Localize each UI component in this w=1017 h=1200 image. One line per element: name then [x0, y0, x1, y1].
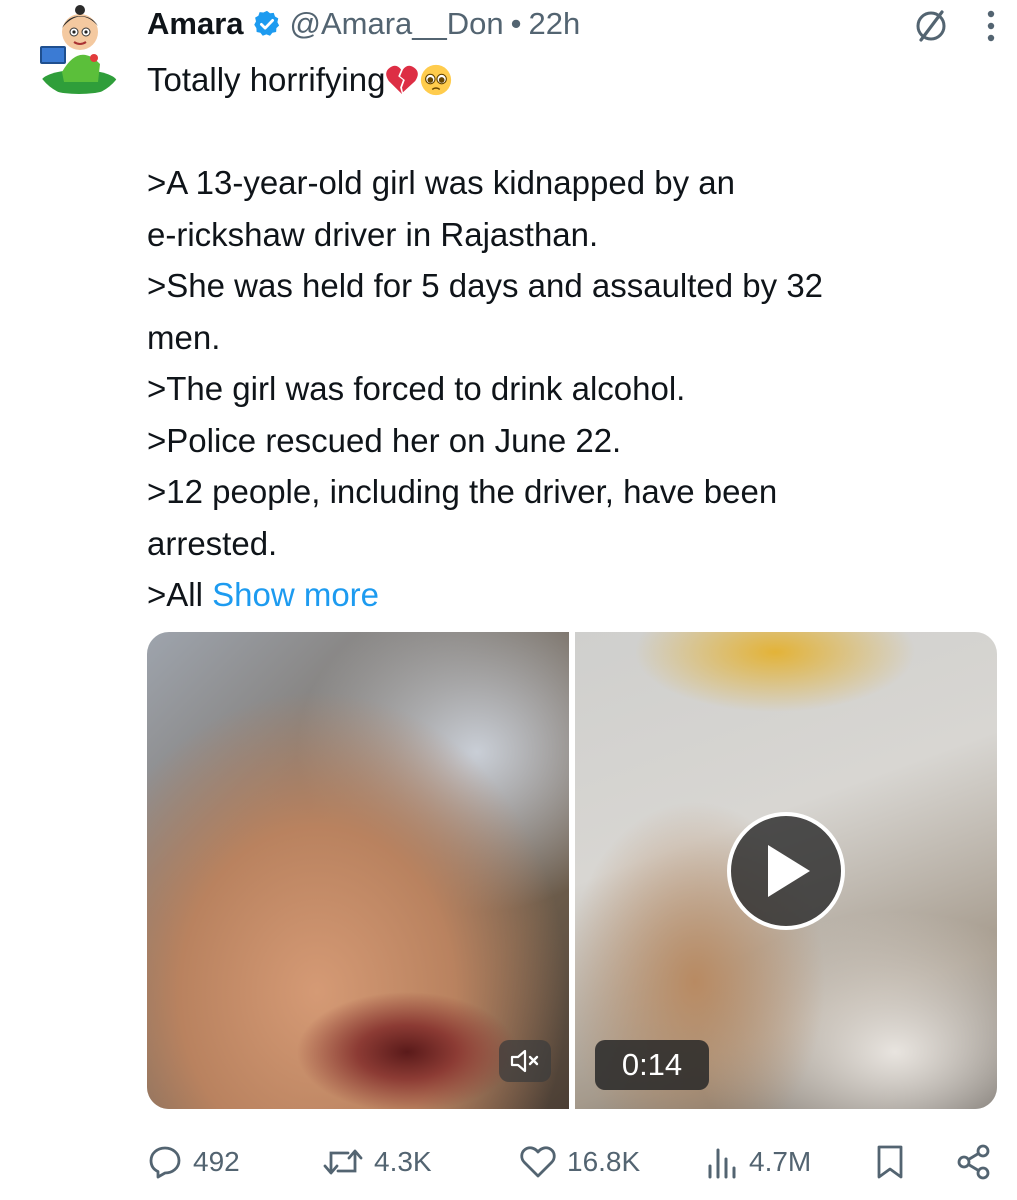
author-name[interactable]: Amara — [147, 6, 244, 42]
show-more-link[interactable]: Show more — [212, 576, 379, 613]
tweet-line: >She was held for 5 days and assaulted b… — [147, 267, 824, 304]
tweet-line: e-rickshaw driver in Rajasthan. — [147, 215, 599, 253]
repost-icon — [323, 1149, 363, 1175]
avatar-cartoon-icon — [40, 5, 117, 94]
share-icon — [957, 1144, 990, 1180]
separator-dot: • — [510, 6, 522, 41]
tweet-line: arrested. — [147, 524, 278, 562]
tweet-line: >The girl was forced to drink alcohol. — [147, 370, 686, 407]
reply-count: 492 — [193, 1146, 240, 1177]
more-vertical-icon[interactable] — [985, 6, 997, 46]
repost-button[interactable]: 4.3K — [322, 1140, 432, 1184]
tweet-header: Amara @Amara__Don • 22h — [147, 4, 580, 44]
tweet-first-line: Totally horrifying — [147, 54, 987, 106]
bookmark-button[interactable] — [875, 1140, 905, 1184]
reply-button[interactable]: 492 — [147, 1140, 240, 1184]
broken-heart-emoji — [386, 65, 419, 95]
author-handle[interactable]: @Amara__Don — [290, 6, 504, 42]
speaker-muted-icon — [510, 1049, 539, 1073]
bookmark-icon — [877, 1145, 903, 1179]
tweet-text: Totally horrifying >A 13-year-old girl w… — [147, 54, 987, 621]
tweet-line: >12 people, including the driver, have b… — [147, 473, 778, 510]
view-count: 4.7M — [749, 1146, 812, 1177]
media-grid: 0:14 — [147, 632, 997, 1109]
tweet-line: Totally horrifying — [147, 61, 386, 98]
tweet-line: >A 13-year-old girl was kidnapped by an — [147, 164, 735, 201]
grok-icon[interactable] — [911, 6, 951, 46]
avatar[interactable] — [32, 2, 127, 97]
views-chart-icon — [708, 1148, 736, 1179]
mute-button[interactable] — [499, 1040, 551, 1082]
like-count: 16.8K — [567, 1146, 641, 1177]
tweet-line: >All — [147, 576, 213, 613]
like-button[interactable]: 16.8K — [519, 1140, 640, 1184]
media-image-1[interactable] — [147, 632, 569, 1109]
heart-icon — [520, 1146, 556, 1178]
play-button[interactable] — [727, 812, 845, 930]
verified-badge-icon — [253, 10, 279, 36]
action-bar: 492 4.3K 16.8K 4.7M — [147, 1140, 997, 1184]
video-duration: 0:14 — [595, 1040, 709, 1090]
share-button[interactable] — [955, 1140, 993, 1184]
views-button[interactable]: 4.7M — [705, 1140, 811, 1184]
pleading-face-emoji — [421, 64, 452, 96]
repost-count: 4.3K — [374, 1146, 432, 1177]
header-actions — [911, 6, 997, 46]
tweet-last-line: >All Show more — [147, 569, 987, 621]
tweet-line: men. — [147, 318, 221, 356]
reply-icon — [149, 1146, 181, 1179]
media-video-2[interactable]: 0:14 — [575, 632, 997, 1109]
tweet-line: >Police rescued her on June 22. — [147, 421, 622, 459]
play-icon — [768, 845, 810, 897]
tweet-timestamp[interactable]: 22h — [528, 6, 580, 42]
